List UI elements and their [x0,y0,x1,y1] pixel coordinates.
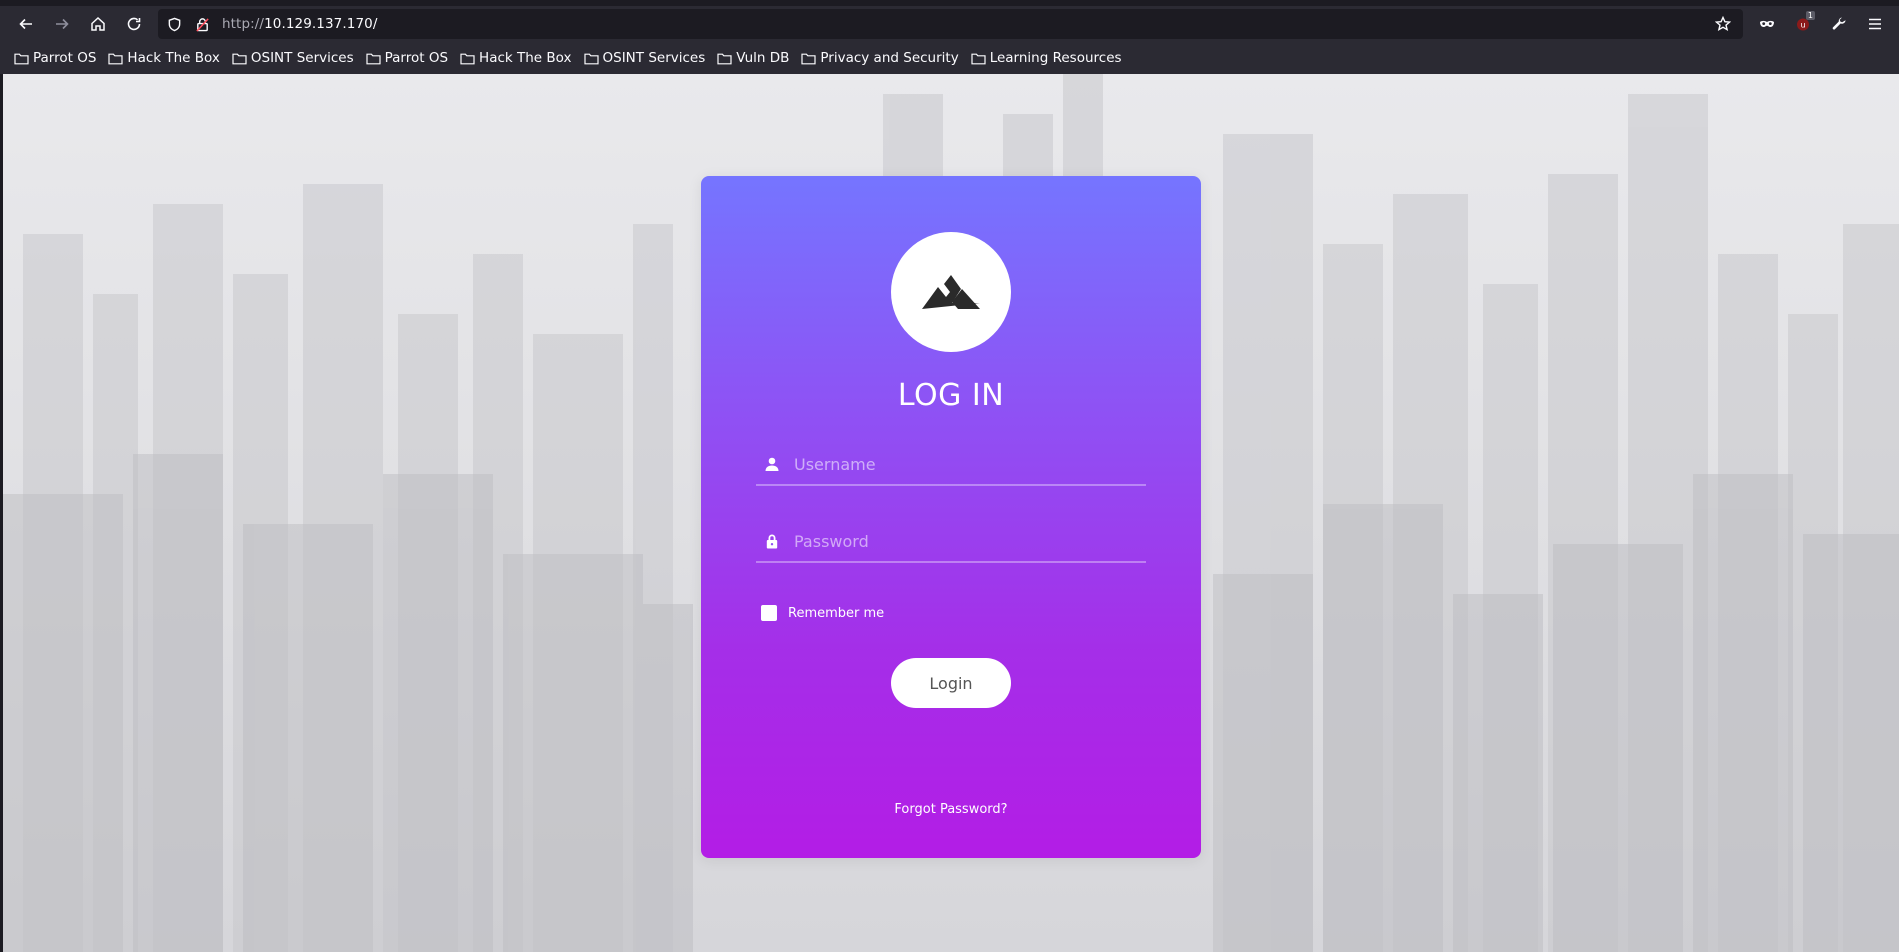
hamburger-menu-icon [1869,18,1881,30]
url-bar[interactable]: http://10.129.137.170/ [158,9,1743,39]
bookmark-folder[interactable]: Parrot OS [366,46,448,70]
navigation-toolbar: http://10.129.137.170/ u 1 [0,6,1899,42]
forgot-password-link[interactable]: Forgot Password? [701,802,1201,817]
lock-icon [756,521,788,561]
home-button[interactable] [80,6,116,42]
username-field [756,444,1146,486]
bookmark-label: Learning Resources [989,50,1122,66]
bookmark-folder[interactable]: Privacy and Security [801,46,959,70]
password-field [756,521,1146,563]
browser-chrome: http://10.129.137.170/ u 1 Parrot OS Hack… [0,0,1899,74]
page-viewport: LOG IN Remember me Login Forgot Password… [3,74,1899,952]
reload-button[interactable] [116,6,152,42]
star-icon [1715,16,1731,31]
svg-text:u: u [1800,21,1805,30]
home-icon [91,16,105,31]
back-button[interactable] [8,6,44,42]
folder-icon [460,53,475,64]
tracking-protection-button[interactable] [160,9,188,39]
bookmark-folder[interactable]: Learning Resources [971,46,1122,70]
tools-button[interactable] [1821,6,1857,42]
password-input[interactable] [788,521,1146,561]
extension-badge: 1 [1805,11,1815,20]
bookmark-label: OSINT Services [250,50,354,66]
bookmark-folder[interactable]: OSINT Services [232,46,354,70]
username-input[interactable] [788,444,1146,484]
folder-icon [801,53,816,64]
url-scheme: http:// [222,16,265,32]
extension-button[interactable]: u 1 [1785,6,1821,42]
app-menu-button[interactable] [1857,6,1893,42]
forward-button[interactable] [44,6,80,42]
wrench-icon [1832,17,1846,30]
bookmark-folder[interactable]: Vuln DB [717,46,789,70]
folder-icon [583,53,599,64]
folder-icon [971,53,986,64]
back-arrow-icon [19,18,32,30]
bookmark-folder[interactable]: Hack The Box [460,46,572,70]
logo-avatar [891,232,1011,352]
bookmark-label: Parrot OS [33,50,97,66]
insecure-lock-icon [195,17,209,32]
bookmark-label: Parrot OS [384,50,449,66]
bookmark-label: Hack The Box [479,50,572,66]
shield-icon [168,17,180,31]
bookmark-label: Privacy and Security [820,50,959,66]
url-text[interactable]: http://10.129.137.170/ [222,16,377,32]
bookmarks-toolbar: Parrot OS Hack The Box OSINT Services Parro… [0,46,1899,70]
toolbar-right: u 1 [1749,6,1899,42]
bookmark-folder[interactable]: Parrot OS [14,46,96,70]
bookmark-label: Hack The Box [127,50,220,66]
folder-icon [108,53,124,64]
bookmark-folder[interactable]: OSINT Services [583,46,706,70]
mountain-icon [922,275,980,309]
bookmark-folder[interactable]: Hack The Box [108,46,220,70]
forward-arrow-icon [56,18,69,30]
bookmark-label: Vuln DB [736,50,790,66]
remember-me-checkbox[interactable] [761,605,777,621]
folder-icon [14,53,29,64]
folder-icon [366,53,381,64]
folder-icon [232,53,247,64]
user-icon [756,444,788,484]
site-security-button[interactable] [188,9,216,39]
login-card: LOG IN Remember me Login Forgot Password… [701,176,1201,858]
reload-icon [127,17,141,31]
bookmark-star-button[interactable] [1709,9,1737,39]
private-mask-icon [1760,20,1774,27]
login-button[interactable]: Login [891,658,1011,708]
url-host: 10.129.137.170/ [264,16,378,32]
folder-icon [717,53,732,64]
private-browsing-button[interactable] [1749,6,1785,42]
remember-me-label[interactable]: Remember me [788,606,884,621]
remember-me[interactable]: Remember me [761,605,884,621]
login-title: LOG IN [897,378,1005,413]
bookmark-label: OSINT Services [602,50,706,66]
